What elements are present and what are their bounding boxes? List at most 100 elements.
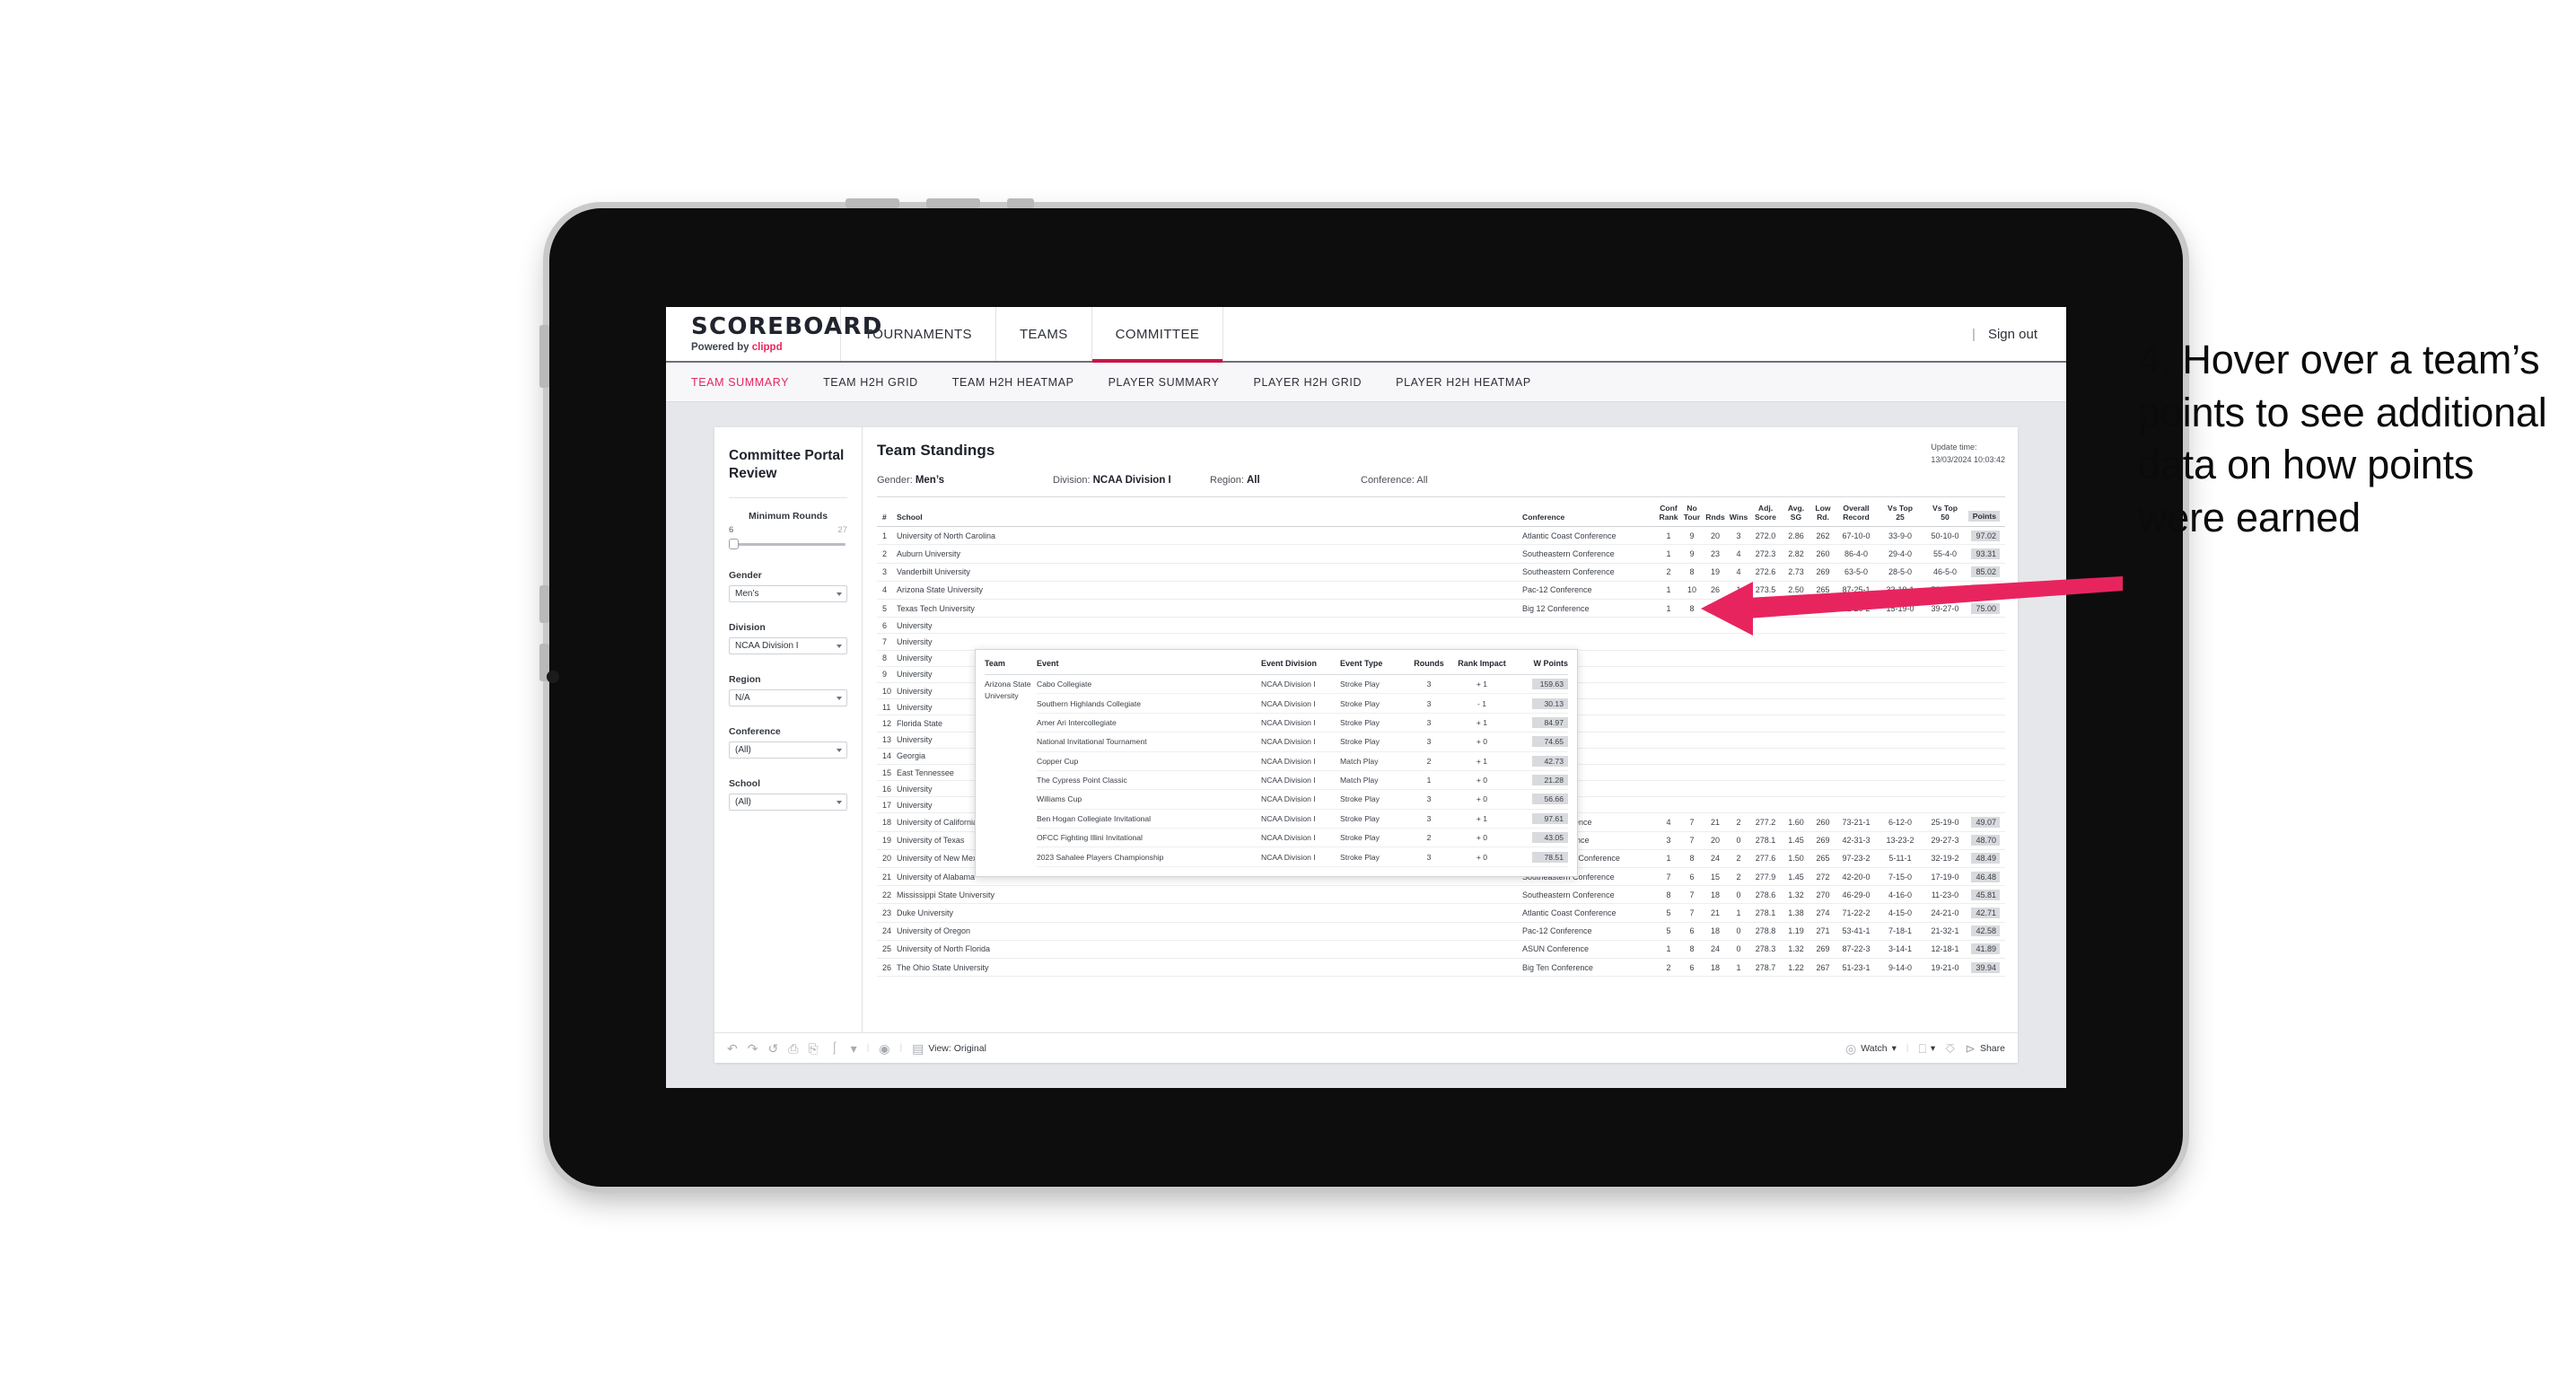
cell-points[interactable]: 39.94 — [1967, 958, 2005, 978]
minimum-rounds-slider[interactable] — [729, 538, 847, 550]
refresh-data-icon[interactable]: ⎙ — [788, 1042, 798, 1055]
conference-label: Conference — [729, 726, 781, 738]
table-row[interactable]: 23 Duke University Atlantic Coast Conferen… — [877, 903, 2005, 923]
share-button[interactable]: ⊳ Share — [1965, 1042, 2005, 1055]
school-select[interactable]: (All) — [729, 794, 847, 811]
cell-points[interactable] — [1967, 698, 2005, 716]
revert-icon[interactable]: ↺ — [767, 1042, 778, 1055]
cell-overall-record: 51-23-1 — [1835, 958, 1878, 978]
tab-team-h2h-grid[interactable]: TEAM H2H GRID — [823, 376, 918, 389]
points-badge[interactable]: 45.81 — [1971, 889, 2000, 900]
table-row[interactable]: 1 University of North Carolina Atlantic Co… — [877, 526, 2005, 546]
redo-icon[interactable]: ↷ — [748, 1042, 758, 1055]
cell-overall-record: 67-10-0 — [1835, 526, 1878, 546]
col-wins[interactable]: Wins — [1727, 497, 1750, 528]
cell-points[interactable] — [1967, 748, 2005, 765]
points-badge[interactable]: 48.49 — [1971, 853, 2000, 864]
slider-knob[interactable] — [729, 539, 739, 550]
tab-player-summary[interactable]: PLAYER SUMMARY — [1108, 376, 1220, 389]
cell-points[interactable]: 42.58 — [1967, 922, 2005, 941]
cell-adj-score: 278.6 — [1750, 885, 1781, 905]
alerts-icon[interactable]: ⎰ — [828, 1042, 841, 1055]
cell-rank: 2 — [877, 544, 897, 564]
table-row[interactable]: 2 Auburn University Southeastern Conferenc… — [877, 544, 2005, 564]
col-avg-sg[interactable]: Avg. SG — [1781, 497, 1811, 528]
fullscreen-icon[interactable]: ⎏ — [1945, 1042, 1955, 1055]
col-low-rd[interactable]: Low Rd. — [1811, 497, 1835, 528]
table-row[interactable]: 25 University of North Florida ASUN Confer… — [877, 940, 2005, 959]
conference-select[interactable]: (All) — [729, 741, 847, 759]
download-button[interactable]: ⎕ ▾ — [1919, 1042, 1936, 1055]
table-row[interactable]: 24 University of Oregon Pac-12 Conference 5… — [877, 922, 2005, 941]
table-row[interactable]: 26 The Ohio State University Big Ten Confe… — [877, 958, 2005, 978]
cell-points[interactable]: 93.31 — [1967, 544, 2005, 564]
col-no-tour[interactable]: No Tour — [1680, 497, 1704, 528]
filter-region[interactable]: Region N/A — [729, 674, 847, 707]
filter-division[interactable]: Division NCAA Division I — [729, 622, 847, 655]
nav-item-committee[interactable]: COMMITTEE — [1091, 307, 1224, 363]
points-badge[interactable]: 42.71 — [1971, 908, 2000, 918]
col-vs-top-25[interactable]: Vs Top 25 — [1878, 497, 1923, 528]
filter-minimum-rounds[interactable]: Minimum Rounds 6 27 — [729, 511, 847, 550]
watch-button[interactable]: ◎ Watch ▾ — [1845, 1042, 1897, 1055]
cell-points[interactable]: 46.48 — [1967, 867, 2005, 887]
cell-points[interactable] — [1967, 666, 2005, 683]
points-badge[interactable]: 93.31 — [1971, 548, 2000, 560]
cell-points[interactable]: 48.49 — [1967, 849, 2005, 869]
cell-points[interactable]: 45.81 — [1967, 885, 2005, 905]
nav-item-tournaments[interactable]: TOURNAMENTS — [841, 307, 996, 361]
view-original-button[interactable]: ▤ View: Original — [912, 1042, 986, 1055]
cell-points[interactable] — [1967, 682, 2005, 700]
sign-out-area[interactable]: | Sign out — [1972, 307, 2066, 361]
col-conference[interactable]: Conference — [1522, 497, 1657, 528]
col-vs-top-50[interactable]: Vs Top 50 — [1923, 497, 1967, 528]
alerts-chevron-down-icon[interactable]: ▾ — [851, 1042, 857, 1055]
col-rnds[interactable]: Rnds — [1704, 497, 1727, 528]
points-badge[interactable]: 39.94 — [1971, 961, 2000, 973]
cell-points[interactable]: 48.70 — [1967, 831, 2005, 850]
col-adj-score[interactable]: Adj. Score — [1750, 497, 1781, 528]
cell-points[interactable] — [1967, 732, 2005, 749]
points-badge[interactable]: 46.48 — [1971, 871, 2000, 882]
points-badge[interactable]: 49.07 — [1971, 817, 2000, 829]
region-select[interactable]: N/A — [729, 689, 847, 707]
nav-item-teams[interactable]: TEAMS — [996, 307, 1092, 361]
filter-gender[interactable]: Gender Men’s — [729, 570, 847, 603]
cell-points[interactable] — [1967, 764, 2005, 782]
points-badge[interactable]: 97.02 — [1971, 530, 2000, 541]
tab-player-h2h-heatmap[interactable]: PLAYER H2H HEATMAP — [1396, 376, 1531, 389]
device-preview-icon[interactable]: ◉ — [879, 1042, 889, 1055]
tab-team-h2h-heatmap[interactable]: TEAM H2H HEATMAP — [952, 376, 1074, 389]
cell-rnds: 18 — [1704, 922, 1727, 941]
pause-updates-icon[interactable]: ⎘ — [808, 1042, 818, 1055]
cell-points[interactable] — [1967, 780, 2005, 798]
col-overall-record[interactable]: Overall Record — [1835, 497, 1878, 528]
tab-team-summary[interactable]: TEAM SUMMARY — [691, 376, 789, 389]
cell-school: Arizona State University — [897, 581, 1522, 601]
cell-points[interactable] — [1967, 715, 2005, 732]
col-school[interactable]: School — [897, 497, 1522, 528]
col-rank[interactable]: # — [877, 497, 897, 528]
table-row[interactable]: 22 Mississippi State University Southeaste… — [877, 885, 2005, 905]
col-conf-rank[interactable]: Conf Rank — [1657, 497, 1680, 528]
sign-out-label[interactable]: Sign out — [1988, 327, 2037, 342]
points-badge[interactable]: 42.58 — [1971, 925, 2000, 937]
cell-points[interactable]: 42.71 — [1967, 903, 2005, 923]
cell-points[interactable]: 41.89 — [1967, 940, 2005, 959]
cell-conf-rank — [1657, 633, 1680, 651]
tab-player-h2h-grid[interactable]: PLAYER H2H GRID — [1254, 376, 1362, 389]
cell-points[interactable]: 97.02 — [1967, 526, 2005, 546]
cell-points[interactable] — [1967, 650, 2005, 667]
cell-points[interactable] — [1967, 796, 2005, 814]
undo-icon[interactable]: ↶ — [727, 1042, 738, 1055]
division-select[interactable]: NCAA Division I — [729, 637, 847, 655]
tooltip-cell-rank-impact: + 1 — [1450, 713, 1514, 733]
gender-select[interactable]: Men’s — [729, 585, 847, 603]
tooltip-cell-event: Amer Ari Intercollegiate — [1037, 713, 1261, 733]
filter-conference[interactable]: Conference (All) — [729, 726, 847, 759]
cell-points[interactable]: 49.07 — [1967, 812, 2005, 832]
filter-school[interactable]: School (All) — [729, 778, 847, 811]
points-badge[interactable]: 41.89 — [1971, 943, 2000, 955]
points-badge[interactable]: 48.70 — [1971, 835, 2000, 847]
col-points[interactable]: Points — [1967, 497, 2005, 528]
